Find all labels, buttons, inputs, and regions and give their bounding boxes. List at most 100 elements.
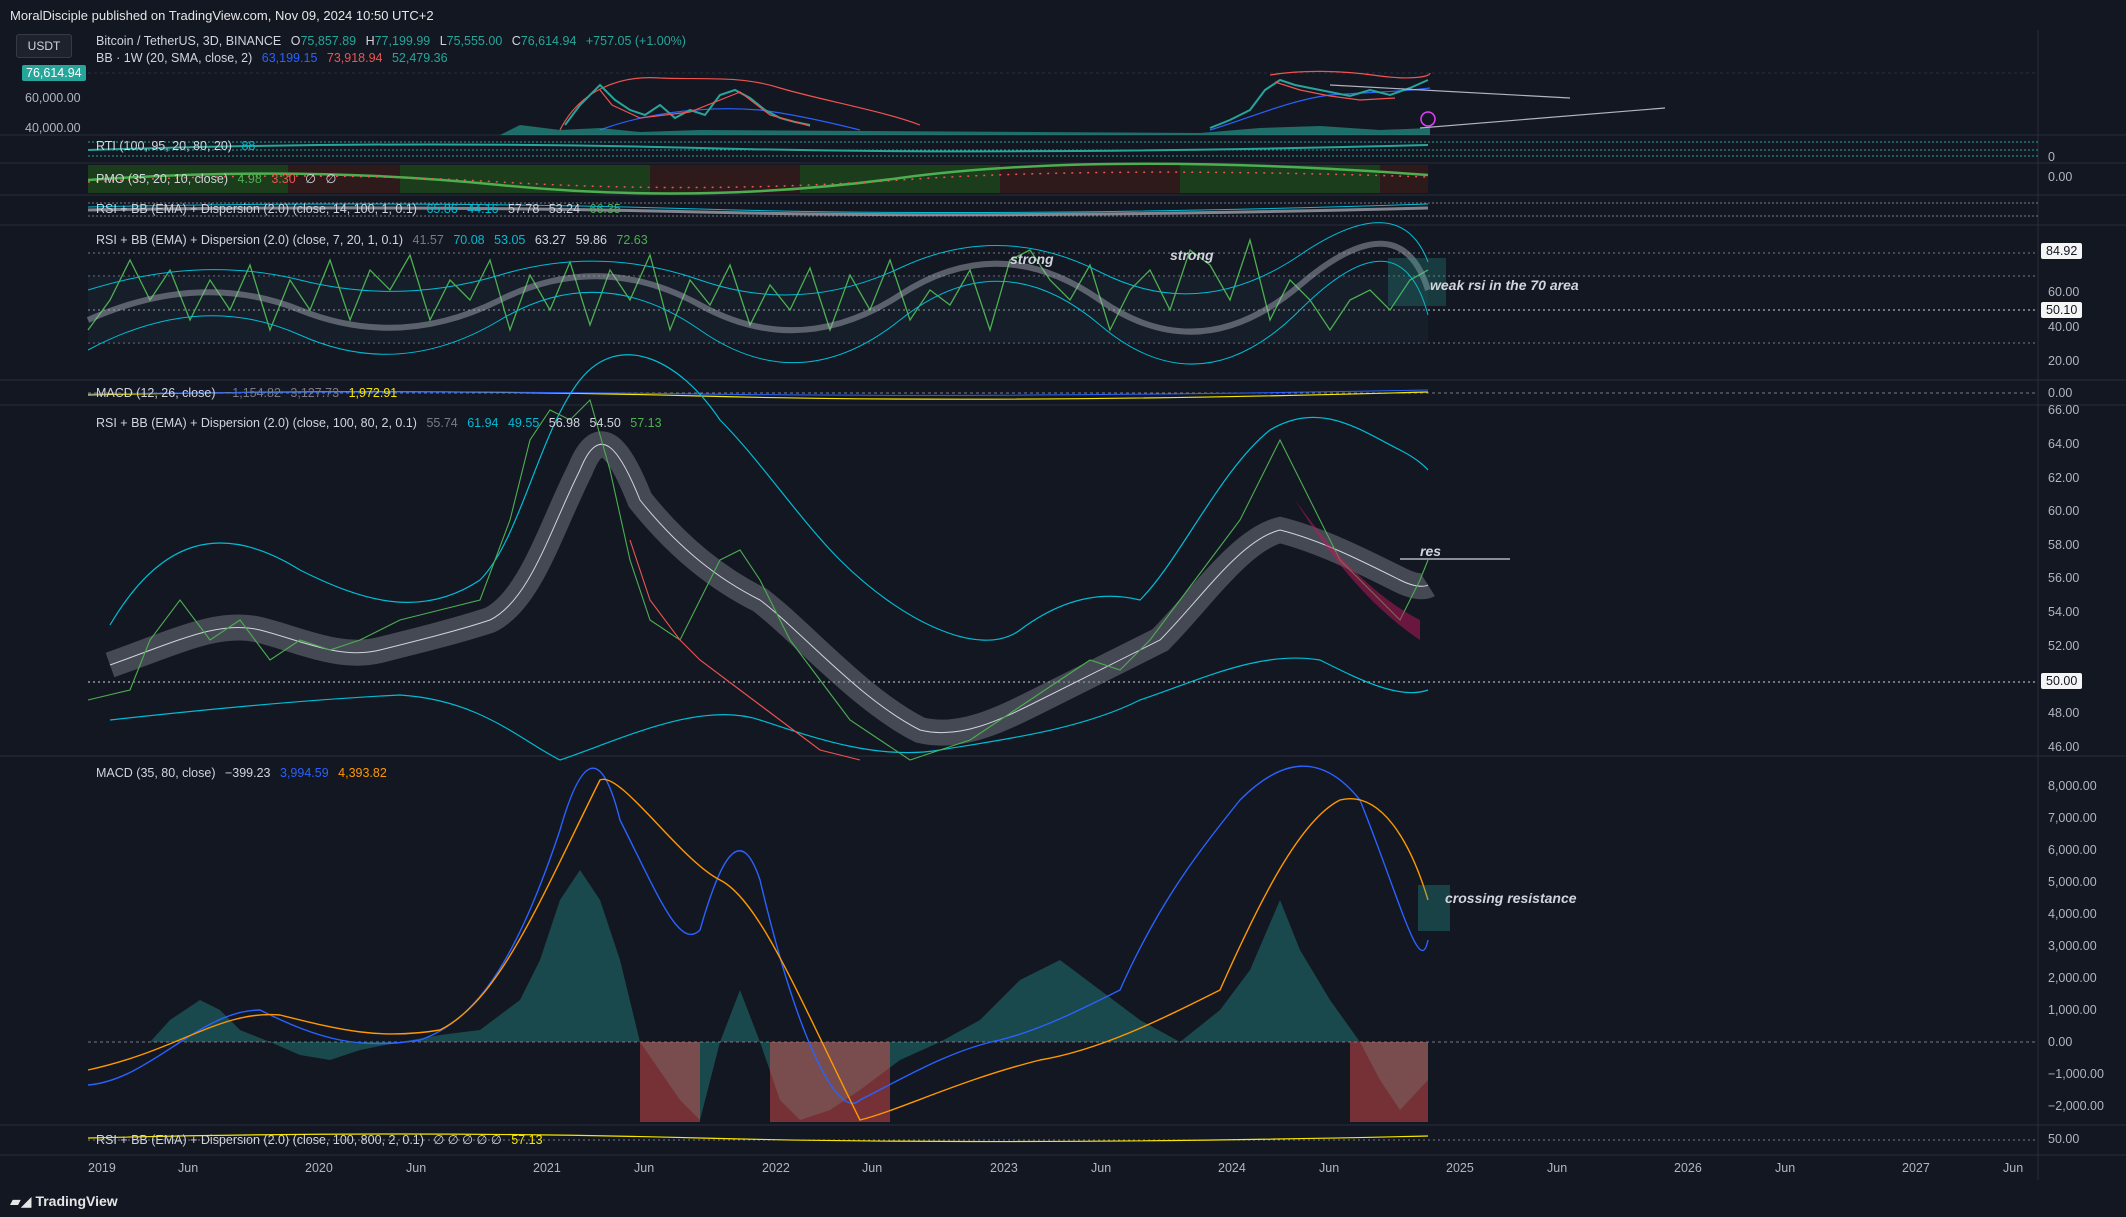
- macd-small-v1: −1,154.82: [224, 386, 281, 400]
- time-tick-jun-2027: Jun: [2003, 1161, 2024, 1175]
- rsi100-legend: RSI + BB (EMA) + Dispersion (2.0) (close…: [96, 416, 668, 430]
- rsi7-v1: 70.08: [453, 233, 485, 247]
- macd-big-v2: 3,994.59: [280, 766, 329, 780]
- rsi800-legend-name[interactable]: RSI + BB (EMA) + Dispersion (2.0) (close…: [96, 1133, 424, 1147]
- rsi14-v4: 53.24: [548, 202, 581, 216]
- rti-legend-value: 88: [241, 139, 256, 153]
- rsi7-axis-60: 60.00: [2048, 285, 2080, 299]
- pmo-v3: ∅: [305, 172, 317, 186]
- rsi7-legend-name[interactable]: RSI + BB (EMA) + Dispersion (2.0) (close…: [96, 233, 403, 247]
- rsi7-axis-20: 20.00: [2048, 354, 2080, 368]
- macd-big-axis-6000: 6,000.00: [2048, 843, 2097, 857]
- bb-lower-band: [599, 108, 861, 131]
- pmo-axis-0: 0.00: [2048, 170, 2073, 184]
- rsi100-axis-66: 66.00: [2048, 403, 2080, 417]
- time-tick-2021: 2021: [533, 1161, 561, 1175]
- volume-bars: [500, 125, 1430, 135]
- time-tick-jun-2020: Jun: [406, 1161, 427, 1175]
- macd-big-axis-5000: 5,000.00: [2048, 875, 2097, 889]
- macd-big-axis-neg1000: −1,000.00: [2048, 1067, 2104, 1081]
- bottom-bar: ▰◢ TradingView: [0, 1185, 2126, 1217]
- time-tick-jun-2024: Jun: [1319, 1161, 1340, 1175]
- macd-big-axis-8000: 8,000.00: [2048, 779, 2097, 793]
- rsi100-axis-62: 62.00: [2048, 471, 2080, 485]
- price-candles: [564, 83, 811, 126]
- rsi100-axis-60: 60.00: [2048, 504, 2080, 518]
- bb-upper-2024: [1269, 70, 1431, 79]
- rsi7-v3: 63.27: [534, 233, 567, 247]
- annotation-crossing-resistance[interactable]: crossing resistance: [1445, 890, 1577, 906]
- tradingview-logo-icon: ▰◢: [10, 1193, 36, 1209]
- rsi7-axis-40: 40.00: [2048, 320, 2080, 334]
- macd-big-axis-neg2000: −2,000.00: [2048, 1099, 2104, 1113]
- rti-axis-0: 0: [2048, 150, 2055, 164]
- macd-small-v2: 3,127.73: [290, 386, 340, 400]
- macd-big-legend: MACD (35, 80, close) −399.23 3,994.59 4,…: [96, 766, 393, 780]
- rsi100-axis-58: 58.00: [2048, 538, 2080, 552]
- rsi7-tag-high: 84.92: [2041, 243, 2083, 259]
- time-tick-2023: 2023: [990, 1161, 1018, 1175]
- macd-big-legend-name[interactable]: MACD (35, 80, close): [96, 766, 215, 780]
- rsi100-v2: 49.55: [507, 416, 540, 430]
- alert-icon: [1420, 111, 1436, 127]
- macd-big-axis-3000: 3,000.00: [2048, 939, 2097, 953]
- rsi7-v5: 72.63: [616, 233, 648, 247]
- annotation-strong-1[interactable]: strong: [1010, 251, 1054, 267]
- rsi14-legend-name[interactable]: RSI + BB (EMA) + Dispersion (2.0) (close…: [96, 202, 417, 216]
- annotation-strong-2[interactable]: strong: [1170, 247, 1214, 263]
- rsi100-v0: 55.74: [426, 416, 458, 430]
- macd-big-v1: −399.23: [224, 766, 271, 780]
- rsi100-v1: 61.94: [467, 416, 499, 430]
- macd-small-legend-name[interactable]: MACD (12, 26, close): [96, 386, 215, 400]
- pmo-legend-name[interactable]: PMO (35, 20, 10, close): [96, 172, 228, 186]
- macd-big-axis-0: 0.00: [2048, 1035, 2073, 1049]
- rsi7-v2: 53.05: [494, 233, 526, 247]
- time-tick-jun-2026: Jun: [1775, 1161, 1796, 1175]
- rti-legend: RTI (100, 95, 20, 80, 20) 88: [96, 139, 261, 153]
- price-pane: [88, 70, 2038, 135]
- time-tick-2026: 2026: [1674, 1161, 1702, 1175]
- time-tick-2020: 2020: [305, 1161, 333, 1175]
- rti-legend-name[interactable]: RTI (100, 95, 20, 80, 20): [96, 139, 232, 153]
- rsi14-v5: 66.35: [589, 202, 621, 216]
- rsi100-v5: 57.13: [630, 416, 662, 430]
- macd-small-v3: 1,972.91: [348, 386, 398, 400]
- time-tick-2024: 2024: [1218, 1161, 1246, 1175]
- annotation-weak-rsi[interactable]: weak rsi in the 70 area: [1430, 277, 1579, 293]
- time-tick-2025: 2025: [1446, 1161, 1474, 1175]
- rsi800-vals: ∅ ∅ ∅ ∅ ∅: [433, 1133, 502, 1147]
- macd-big-axis-7000: 7,000.00: [2048, 811, 2097, 825]
- pmo-v4: ∅: [325, 172, 337, 186]
- macd-small-axis-0: 0.00: [2048, 386, 2073, 400]
- time-tick-jun-2022: Jun: [862, 1161, 883, 1175]
- rsi7-legend: RSI + BB (EMA) + Dispersion (2.0) (close…: [96, 233, 654, 247]
- time-tick-jun-2019: Jun: [178, 1161, 199, 1175]
- rsi7-v4: 59.86: [575, 233, 607, 247]
- price-2024: [1209, 78, 1429, 129]
- rsi100-v4: 54.50: [589, 416, 621, 430]
- rsi100-tag-mid: 50.00: [2041, 673, 2083, 689]
- macd-big-v3: 4,393.82: [338, 766, 387, 780]
- rsi800-v: 57.13: [511, 1133, 543, 1147]
- macd-small-legend: MACD (12, 26, close) −1,154.82 3,127.73 …: [96, 386, 403, 400]
- rsi800-legend: RSI + BB (EMA) + Dispersion (2.0) (close…: [96, 1132, 549, 1147]
- rsi14-legend: RSI + BB (EMA) + Dispersion (2.0) (close…: [96, 202, 627, 216]
- pmo-v2: 3.30: [271, 172, 296, 186]
- time-tick-jun-2025: Jun: [1547, 1161, 1568, 1175]
- rsi800-axis-50: 50.00: [2048, 1132, 2080, 1146]
- annotation-res[interactable]: res: [1420, 543, 1441, 559]
- rsi100-axis-56: 56.00: [2048, 571, 2080, 585]
- time-tick-jun-2023: Jun: [1091, 1161, 1112, 1175]
- macd-big-axis-1000: 1,000.00: [2048, 1003, 2097, 1017]
- rsi100-axis-64: 64.00: [2048, 437, 2080, 451]
- pmo-v1: 4.98: [237, 172, 262, 186]
- rsi100-legend-name[interactable]: RSI + BB (EMA) + Dispersion (2.0) (close…: [96, 416, 417, 430]
- macd-big-axis-2000: 2,000.00: [2048, 971, 2097, 985]
- macd-big-axis-4000: 4,000.00: [2048, 907, 2097, 921]
- time-axis[interactable]: 2019 Jun 2020 Jun 2021 Jun 2022 Jun 2023…: [88, 1158, 2038, 1180]
- rsi7-tag-mid: 50.10: [2041, 302, 2083, 318]
- rti-pane: [87, 141, 2038, 157]
- rsi14-v3: 57.78: [507, 202, 540, 216]
- tradingview-logo[interactable]: ▰◢ TradingView: [10, 1193, 118, 1210]
- time-tick-2027: 2027: [1902, 1161, 1930, 1175]
